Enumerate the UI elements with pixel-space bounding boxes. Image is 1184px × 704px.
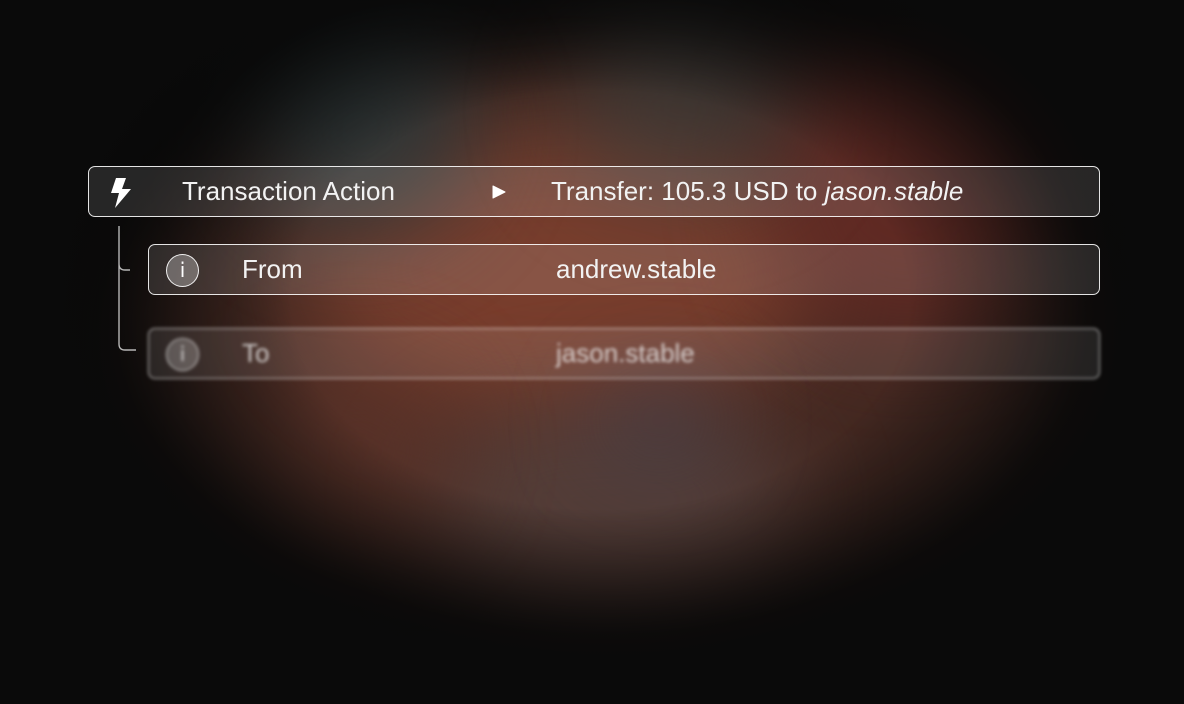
detail-row-to[interactable]: i To jason.stable: [148, 328, 1100, 379]
detail-row-from[interactable]: i From andrew.stable: [148, 244, 1100, 295]
detail-label: From: [242, 254, 303, 284]
action-value-recipient: jason.stable: [824, 176, 964, 206]
info-icon: i: [166, 338, 199, 371]
lightning-bolt-icon: [111, 178, 131, 208]
action-value-prefix: Transfer: 105.3 USD to: [551, 176, 825, 206]
detail-value: andrew.stable: [556, 254, 717, 284]
tree-connector: [118, 226, 136, 351]
info-icon: i: [166, 254, 199, 287]
detail-label: To: [242, 338, 270, 368]
detail-value: jason.stable: [556, 338, 695, 368]
action-label: Transaction Action: [182, 176, 395, 206]
transaction-action-row[interactable]: Transaction Action Transfer: 105.3 USD t…: [88, 166, 1100, 217]
action-value: Transfer: 105.3 USD to jason.stable: [551, 167, 963, 216]
play-triangle-icon[interactable]: [492, 185, 506, 199]
